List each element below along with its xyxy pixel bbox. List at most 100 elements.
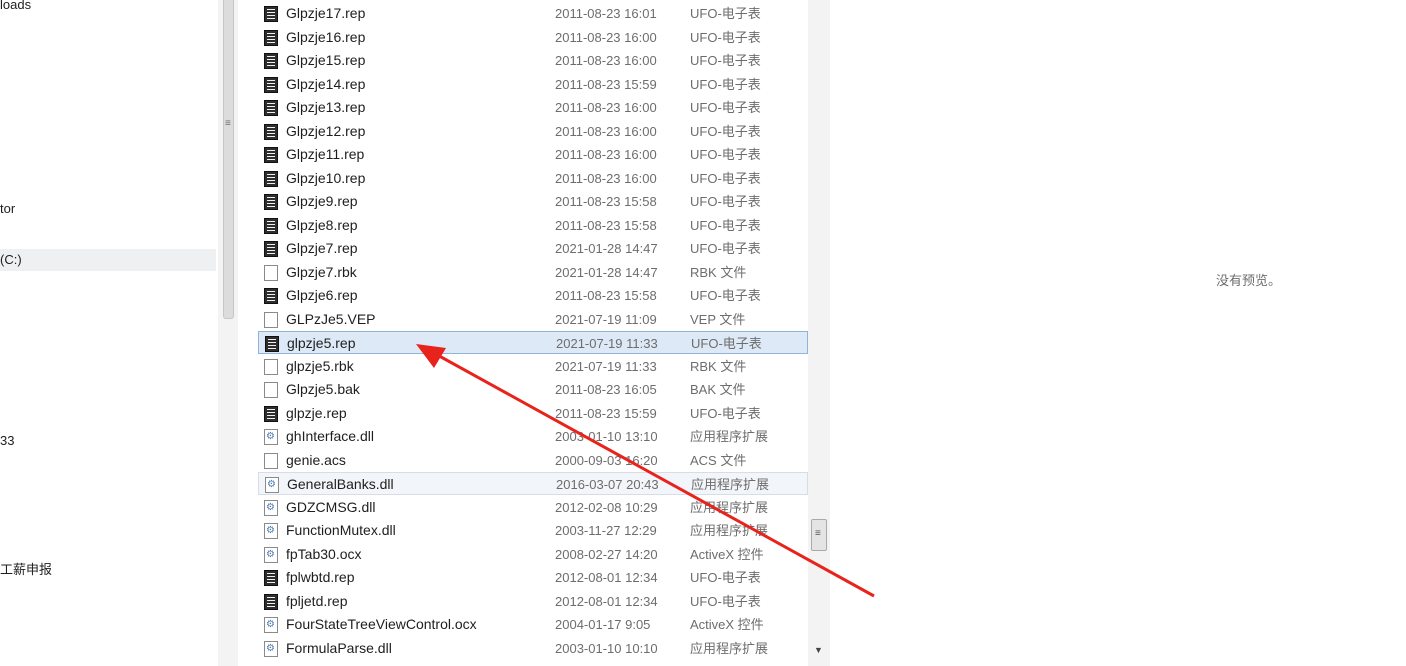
blank-file-icon: [264, 382, 278, 398]
file-row[interactable]: Glpzje13.rep 2011-08-23 16:00 UFO-电子表: [258, 96, 808, 119]
file-row[interactable]: fpTab30.ocx 2008-02-27 14:20 ActiveX 控件: [258, 543, 808, 566]
file-row[interactable]: Glpzje10.rep 2011-08-23 16:00 UFO-电子表: [258, 167, 808, 190]
file-modified-date: 2003-01-10 10:10: [555, 640, 658, 656]
file-name: Glpzje11.rep: [286, 146, 365, 162]
file-modified-date: 2011-08-23 16:00: [555, 123, 657, 139]
file-row[interactable]: Glpzje5.bak 2011-08-23 16:05 BAK 文件: [258, 378, 808, 401]
file-row[interactable]: Glpzje14.rep 2011-08-23 15:59 UFO-电子表: [258, 73, 808, 96]
dll-file-icon: [264, 640, 278, 657]
rep-file-icon: [264, 6, 278, 22]
pane-gap: [238, 0, 258, 666]
nav-item-drive-c[interactable]: (C:): [0, 249, 216, 271]
file-row[interactable]: Glpzje9.rep 2011-08-23 15:58 UFO-电子表: [258, 190, 808, 213]
rep-file-icon: [264, 123, 278, 140]
file-modified-date: 2011-08-23 16:05: [555, 382, 657, 397]
file-type: UFO-电子表: [690, 593, 761, 609]
rep-file-icon: [264, 76, 278, 93]
file-row[interactable]: Glpzje11.rep 2011-08-23 16:00 UFO-电子表: [258, 143, 808, 166]
file-type: 应用程序扩展: [691, 477, 770, 492]
rep-file-icon: [264, 147, 278, 163]
dll-file-icon: [264, 523, 278, 539]
file-modified-date: 2021-01-28 14:47: [555, 264, 658, 280]
file-name: GeneralBanks.dll: [287, 476, 394, 492]
file-row[interactable]: glpzje.rep 2011-08-23 15:59 UFO-电子表: [258, 402, 808, 425]
file-list: Glpzje17.rep 2011-08-23 16:01 UFO-电子表 Glpzj…: [258, 0, 808, 666]
rep-file-icon: [264, 53, 278, 69]
rep-file-icon: [264, 194, 278, 210]
file-modified-date: 2003-01-10 13:10: [555, 429, 658, 444]
file-row[interactable]: Glpzje16.rep 2011-08-23 16:00 UFO-电子表: [258, 26, 808, 49]
file-modified-date: 2012-08-01 12:34: [555, 593, 658, 609]
file-modified-date: 2021-01-28 14:47: [555, 241, 658, 256]
nav-item-folder[interactable]: 33: [0, 430, 14, 452]
file-type: UFO-电子表: [690, 217, 761, 233]
file-row[interactable]: Glpzje7.rbk 2021-01-28 14:47 RBK 文件: [258, 261, 808, 284]
file-name: FormulaParse.dll: [286, 639, 392, 656]
file-type: UFO-电子表: [690, 123, 761, 139]
file-modified-date: 2003-11-27 12:29: [555, 523, 657, 538]
nav-item-administrator[interactable]: tor: [0, 198, 15, 220]
file-type: ActiveX 控件: [690, 617, 764, 632]
rep-file-icon: [264, 288, 278, 304]
scrollbar-thumb[interactable]: ≡: [811, 519, 827, 551]
grip-icon: ≡: [815, 528, 821, 539]
file-type: ActiveX 控件: [690, 546, 764, 562]
nav-item-downloads[interactable]: loads: [0, 0, 31, 16]
blank-file-icon: [264, 311, 278, 328]
file-row[interactable]: Glpzje7.rep 2021-01-28 14:47 UFO-电子表: [258, 237, 808, 260]
nav-item-salary-declaration[interactable]: 工薪申报: [0, 559, 52, 581]
file-name: Glpzje8.rep: [286, 216, 358, 233]
blank-file-icon: [264, 264, 278, 281]
file-name: GLPzJe5.VEP: [286, 310, 376, 327]
file-row[interactable]: Glpzje15.rep 2011-08-23 16:00 UFO-电子表: [258, 49, 808, 72]
rep-file-icon: [264, 405, 278, 422]
rep-file-icon: [264, 170, 278, 187]
file-type: 应用程序扩展: [690, 523, 769, 538]
file-modified-date: 2011-08-23 16:01: [555, 6, 657, 21]
file-row[interactable]: glpzje5.rbk 2021-07-19 11:33 RBK 文件: [258, 355, 808, 378]
file-type: UFO-电子表: [690, 194, 761, 209]
preview-pane: 没有预览。: [830, 0, 1406, 666]
file-row[interactable]: genie.acs 2000-09-03 16:20 ACS 文件: [258, 449, 808, 472]
file-row[interactable]: Glpzje6.rep 2011-08-23 15:58 UFO-电子表: [258, 284, 808, 307]
file-modified-date: 2011-08-23 16:00: [555, 53, 657, 68]
file-row[interactable]: fpljetd.rep 2012-08-01 12:34 UFO-电子表: [258, 590, 808, 613]
file-type: 应用程序扩展: [690, 499, 769, 515]
file-name: Glpzje7.rep: [286, 240, 358, 256]
file-modified-date: 2011-08-23 16:00: [555, 170, 657, 186]
file-row[interactable]: glpzje5.rep 2021-07-19 11:33 UFO-电子表: [258, 331, 808, 354]
file-modified-date: 2012-02-08 10:29: [555, 499, 658, 515]
dll-file-icon: [264, 499, 278, 516]
file-row[interactable]: FunctionMutex.dll 2003-11-27 12:29 应用程序扩展: [258, 519, 808, 542]
file-name: FourStateTreeViewControl.ocx: [286, 616, 477, 632]
file-row[interactable]: GDZCMSG.dll 2012-02-08 10:29 应用程序扩展: [258, 496, 808, 519]
file-row[interactable]: Glpzje8.rep 2011-08-23 15:58 UFO-电子表: [258, 214, 808, 237]
dll-file-icon: [264, 429, 278, 445]
file-row[interactable]: GeneralBanks.dll 2016-03-07 20:43 应用程序扩展: [258, 472, 808, 495]
file-row[interactable]: GLPzJe5.VEP 2021-07-19 11:09 VEP 文件: [258, 308, 808, 331]
file-name: Glpzje16.rep: [286, 28, 366, 45]
file-row[interactable]: fplwbtd.rep 2012-08-01 12:34 UFO-电子表: [258, 566, 808, 589]
blank-file-icon: [264, 452, 278, 469]
file-name: Glpzje12.rep: [286, 122, 366, 139]
nav-scrollbar-thumb[interactable]: [223, 0, 234, 319]
file-modified-date: 2011-08-23 15:58: [555, 217, 657, 233]
file-modified-date: 2008-02-27 14:20: [555, 546, 658, 562]
file-row[interactable]: FormulaParse.dll 2003-01-10 10:10 应用程序扩展: [258, 637, 808, 660]
file-type: UFO-电子表: [690, 570, 761, 585]
rep-file-icon: [264, 593, 278, 610]
file-name: Glpzje9.rep: [286, 193, 358, 209]
nav-scrollbar[interactable]: ≡: [218, 0, 238, 666]
rep-file-icon: [264, 100, 278, 116]
file-name: ghInterface.dll: [286, 428, 374, 444]
file-name: Glpzje5.bak: [286, 381, 360, 397]
file-row[interactable]: Glpzje17.rep 2011-08-23 16:01 UFO-电子表: [258, 2, 808, 25]
file-name: Glpzje7.rbk: [286, 263, 357, 280]
file-type: BAK 文件: [690, 382, 746, 397]
scroll-down-arrow-icon[interactable]: ▼: [814, 645, 823, 655]
file-row[interactable]: ghInterface.dll 2003-01-10 13:10 应用程序扩展: [258, 425, 808, 448]
file-row[interactable]: Glpzje12.rep 2011-08-23 16:00 UFO-电子表: [258, 120, 808, 143]
file-row[interactable]: FourStateTreeViewControl.ocx 2004-01-17 9…: [258, 613, 808, 636]
file-list-scrollbar[interactable]: ≡ ▼: [808, 0, 830, 666]
file-name: Glpzje13.rep: [286, 99, 366, 115]
